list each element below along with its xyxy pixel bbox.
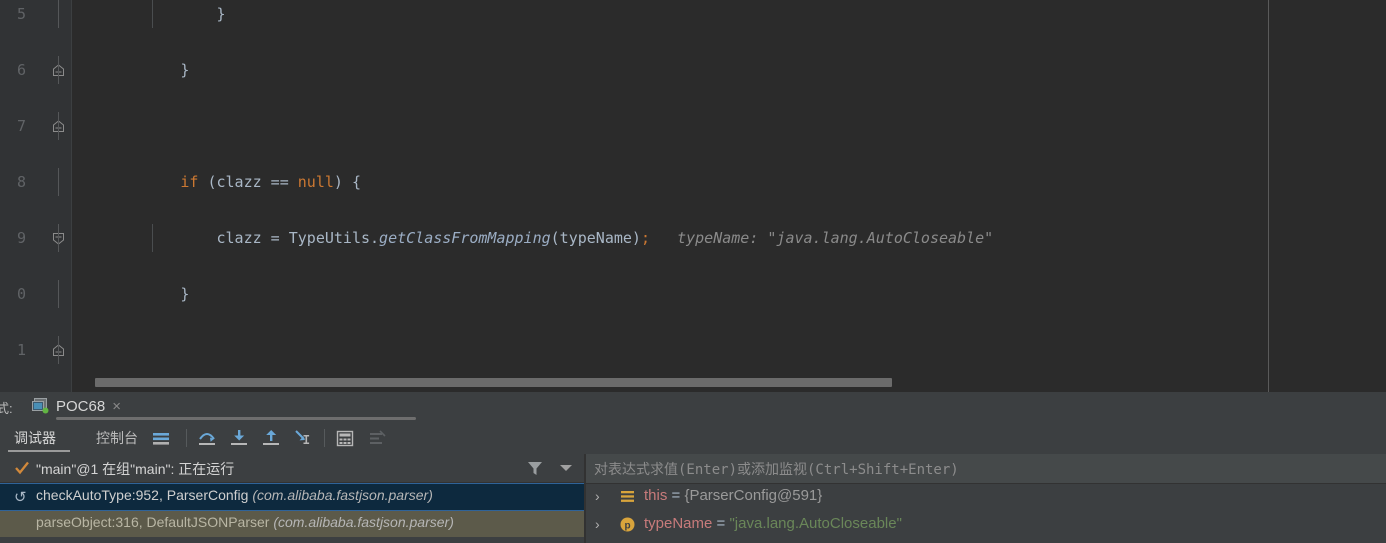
frame-method: parseObject:316, DefaultJSONParser — [36, 514, 274, 530]
fold-vline — [58, 112, 59, 140]
code-line[interactable]: 7 — [0, 112, 1386, 140]
code-line[interactable]: 1 — [0, 336, 1386, 364]
chevron-down-icon[interactable] — [560, 465, 572, 471]
line-number: 8 — [16, 173, 26, 191]
chevron-right-icon[interactable]: › — [595, 516, 600, 532]
fold-vline — [58, 224, 59, 252]
code-line[interactable]: 8 if (clazz == null) { — [0, 168, 1386, 245]
code-line[interactable]: 6 } — [0, 56, 1386, 132]
stack-frame-row[interactable]: ↺ checkAutoType:952, ParserConfig (com.a… — [0, 483, 584, 511]
editor-lines: 5 } 6 } 7 8 if (clazz == null) {9 clazz… — [0, 0, 1386, 392]
mute-breakpoints-icon[interactable] — [366, 428, 388, 449]
step-over-icon[interactable] — [196, 428, 218, 449]
variable-value: "java.lang.AutoCloseable" — [729, 515, 902, 532]
check-icon — [14, 460, 30, 476]
toolbar-separator — [324, 429, 325, 447]
code-text: if (clazz == null) { — [180, 173, 361, 191]
ide-window: 5 } 6 } 7 8 if (clazz == null) {9 clazz… — [0, 0, 1386, 543]
variable-row[interactable]: › p typeName = "java.lang.AutoCloseable" — [586, 512, 1386, 539]
frames-pane: "main"@1 在组"main": 正在运行 ↺ checkAutoType:… — [0, 454, 584, 543]
line-number: 5 — [16, 5, 26, 23]
code-text: clazz = TypeUtils.getClassFromMapping(ty… — [72, 229, 994, 247]
object-field-icon — [620, 489, 635, 504]
variable-name: typeName — [644, 515, 713, 532]
stack-frame-label: parseObject:316, DefaultJSONParser (com.… — [36, 514, 454, 530]
variable-row[interactable]: › this = {ParserConfig@591} — [586, 484, 1386, 511]
tool-window-label: 式: — [0, 401, 13, 416]
evaluate-expression-placeholder: 对表达式求值(Enter)或添加监视(Ctrl+Shift+Enter) — [594, 462, 959, 478]
stack-frame-label: checkAutoType:952, ParserConfig (com.ali… — [36, 487, 433, 503]
run-tab-bar: 式: POC68 × — [0, 392, 1386, 422]
frame-package: (com.alibaba.fastjson.parser) — [273, 514, 454, 530]
run-tab-underline — [56, 417, 416, 420]
fold-marker-up-icon[interactable] — [52, 288, 65, 356]
variable-name: this — [644, 487, 668, 504]
frame-return-icon: ↺ — [14, 489, 27, 506]
stack-frame-row[interactable]: parseObject:316, DefaultJSONParser (com.… — [0, 511, 584, 537]
line-number: 9 — [16, 229, 26, 247]
toolbar-separator — [186, 429, 187, 447]
step-out-icon[interactable] — [260, 428, 282, 449]
evaluate-expression-icon[interactable] — [334, 428, 356, 449]
code-text: } — [72, 285, 190, 303]
thread-label: "main"@1 在组"main": 正在运行 — [36, 461, 235, 477]
close-icon[interactable]: × — [112, 398, 121, 415]
filter-icon[interactable] — [526, 460, 544, 477]
evaluate-expression-input[interactable]: 对表达式求值(Enter)或添加监视(Ctrl+Shift+Enter) — [586, 454, 1386, 484]
variables-pane: 对表达式求值(Enter)或添加监视(Ctrl+Shift+Enter) › t… — [586, 454, 1386, 543]
line-number: 6 — [16, 61, 26, 79]
parameter-icon: p — [620, 517, 635, 532]
run-tab-poc68[interactable]: POC68 × — [24, 392, 127, 420]
variable-equals: = — [667, 487, 685, 504]
debugger-toolbar: 调试器 控制台 — [0, 422, 1386, 455]
variable-value: {ParserConfig@591} — [684, 487, 823, 504]
frame-method: checkAutoType:952, ParserConfig — [36, 487, 253, 503]
code-editor[interactable]: 5 } 6 } 7 8 if (clazz == null) {9 clazz… — [0, 0, 1386, 392]
variable-equals: = — [712, 515, 730, 532]
run-configuration-icon — [32, 398, 49, 414]
code-line[interactable]: 0 } — [0, 280, 1386, 356]
tab-debugger-underline — [8, 450, 70, 452]
tab-debugger[interactable]: 调试器 — [14, 428, 56, 448]
debug-tool-window: 式: POC68 × 调试器 控制台 "main"@1 在组"main": 正在… — [0, 392, 1386, 543]
fold-marker-up-icon[interactable] — [52, 64, 65, 132]
fold-vline — [58, 336, 59, 364]
code-line[interactable]: 9 clazz = TypeUtils.getClassFromMapping(… — [0, 224, 1386, 252]
code-text: } — [72, 5, 226, 23]
force-step-into-icon[interactable] — [292, 428, 314, 449]
run-tab-title: POC68 — [56, 397, 106, 415]
tab-console[interactable]: 控制台 — [96, 428, 138, 448]
fold-marker-down-icon[interactable] — [52, 176, 65, 245]
show-execution-point-icon[interactable] — [150, 428, 172, 449]
svg-text:p: p — [624, 520, 630, 531]
thread-selector-row[interactable]: "main"@1 在组"main": 正在运行 — [0, 454, 584, 483]
variable-label: this = {ParserConfig@591} — [644, 487, 822, 504]
line-number: 0 — [16, 285, 26, 303]
variable-label: typeName = "java.lang.AutoCloseable" — [644, 515, 902, 532]
line-number: 1 — [16, 341, 26, 359]
code-line[interactable]: 5 } — [0, 0, 1386, 76]
editor-horizontal-scrollbar[interactable] — [95, 378, 892, 387]
code-text: } — [72, 61, 190, 79]
chevron-right-icon[interactable]: › — [595, 488, 600, 504]
frame-package: (com.alibaba.fastjson.parser) — [252, 487, 433, 503]
line-number: 7 — [16, 117, 26, 135]
fold-marker-up-icon[interactable] — [52, 8, 65, 76]
step-into-icon[interactable] — [228, 428, 250, 449]
